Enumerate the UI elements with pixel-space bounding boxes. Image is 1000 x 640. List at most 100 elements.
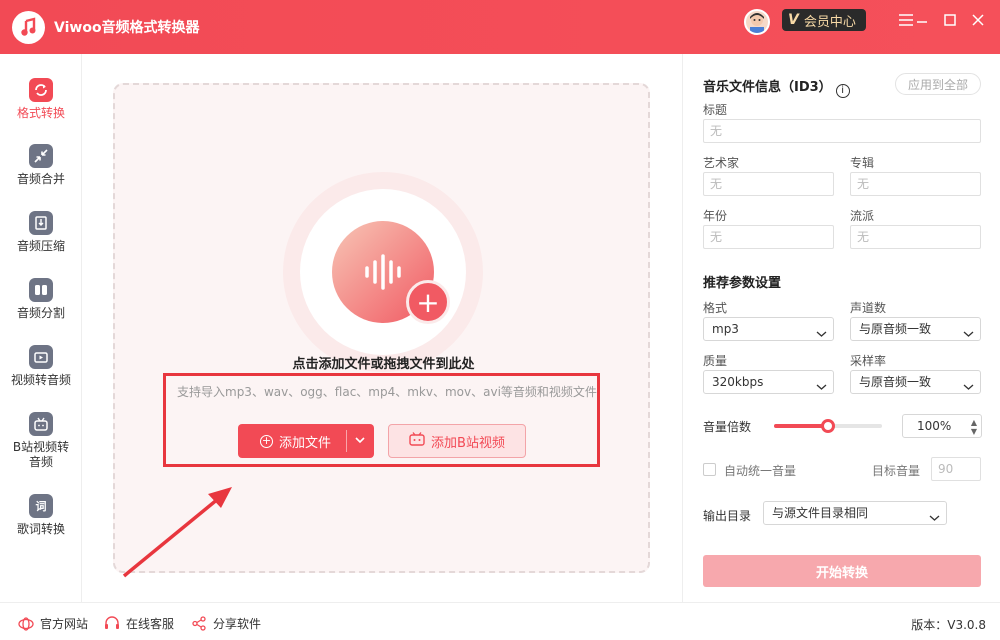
footer: 官方网站 在线客服 分享软件 版本：V3.0.8 <box>0 602 1000 640</box>
artist-label: 艺术家 <box>703 156 740 170</box>
add-file-separator <box>346 430 347 452</box>
stepper-down-icon[interactable]: ▼ <box>971 428 977 436</box>
sidebar-item-bilibili[interactable]: B站视频转音频 <box>0 412 82 470</box>
album-input[interactable]: 无 <box>850 172 981 196</box>
online-support-link[interactable]: 在线客服 <box>104 615 174 632</box>
samplerate-label: 采样率 <box>850 354 887 368</box>
genre-input[interactable]: 无 <box>850 225 981 249</box>
sidebar-item-lyrics[interactable]: 词 歌词转换 <box>0 494 82 537</box>
channels-select[interactable]: 与原音频一致 <box>850 317 981 341</box>
video-to-audio-icon <box>29 345 53 369</box>
add-bilibili-label: 添加B站视频 <box>431 435 505 451</box>
year-input[interactable]: 无 <box>703 225 834 249</box>
channels-label: 声道数 <box>850 301 887 315</box>
output-label: 输出目录 <box>703 509 752 523</box>
stepper-up-icon[interactable]: ▲ <box>971 419 977 427</box>
volume-value: 100% <box>917 419 952 433</box>
album-label: 专辑 <box>850 156 875 170</box>
apply-to-all-button[interactable]: 应用到全部 <box>895 73 981 95</box>
format-select[interactable]: mp3 <box>703 317 834 341</box>
sidebar-item-label: 音频合并 <box>16 172 65 186</box>
bilibili-icon <box>29 412 53 436</box>
bilibili-icon <box>409 432 425 450</box>
chevron-down-icon <box>929 508 940 530</box>
official-website-link[interactable]: 官方网站 <box>18 615 88 632</box>
vip-icon: V <box>788 12 799 28</box>
add-file-label: 添加文件 <box>279 435 332 451</box>
sidebar-item-video-to-audio[interactable]: 视频转音频 <box>0 345 82 388</box>
format-label: 格式 <box>703 301 728 315</box>
format-value: mp3 <box>712 322 739 336</box>
volume-slider[interactable] <box>774 419 882 433</box>
minimize-icon[interactable] <box>912 10 932 30</box>
share-icon <box>191 616 207 631</box>
title-input[interactable]: 无 <box>703 119 981 143</box>
quality-label: 质量 <box>703 354 728 368</box>
sidebar-item-audio-merge[interactable]: 音频合并 <box>0 144 82 187</box>
close-icon[interactable] <box>968 10 988 30</box>
format-convert-icon <box>29 78 53 102</box>
sidebar-item-label: 音频分割 <box>16 306 65 320</box>
sidebar-item-audio-split[interactable]: 音频分割 <box>0 278 82 321</box>
quality-value: 320kbps <box>712 375 764 389</box>
file-drop-zone[interactable]: + 点击添加文件或拖拽文件到此处 支持导入mp3、wav、ogg、flac、mp… <box>113 83 650 573</box>
samplerate-select[interactable]: 与原音频一致 <box>850 370 981 394</box>
samplerate-value: 与原音频一致 <box>859 375 932 389</box>
chevron-down-icon[interactable] <box>354 432 366 452</box>
user-avatar[interactable] <box>744 9 770 35</box>
title-bar: Viwoo音频格式转换器 V 会员中心 <box>0 0 1000 54</box>
vip-center-button[interactable]: V 会员中心 <box>782 9 866 31</box>
sidebar: 格式转换 音频合并 音频压缩 音频分割 视频转音频 B站视频转音频 词 歌词转换 <box>0 54 82 602</box>
audio-compress-icon <box>29 211 53 235</box>
add-plus-icon[interactable]: + <box>406 280 450 324</box>
auto-volume-label: 自动统一音量 <box>724 464 797 478</box>
sidebar-item-label: 格式转换 <box>16 106 65 120</box>
start-convert-button[interactable]: 开始转换 <box>703 555 981 587</box>
volume-label: 音量倍数 <box>703 420 752 434</box>
volume-stepper[interactable]: 100% ▲ ▼ <box>902 414 982 438</box>
add-bilibili-video-button[interactable]: 添加B站视频 <box>388 424 526 458</box>
lyrics-icon: 词 <box>29 494 53 518</box>
audio-split-icon <box>29 278 53 302</box>
sidebar-item-label: 音频压缩 <box>16 239 65 253</box>
volume-slider-thumb[interactable] <box>821 419 835 433</box>
version-label: 版本：V3.0.8 <box>911 618 986 632</box>
add-file-button[interactable]: + 添加文件 <box>238 424 374 458</box>
quality-select[interactable]: 320kbps <box>703 370 834 394</box>
info-icon[interactable]: i <box>835 84 850 98</box>
sidebar-item-label: B站视频转音频 <box>12 440 70 469</box>
target-volume-input[interactable]: 90 <box>931 457 981 481</box>
chevron-down-icon <box>963 377 974 399</box>
app-logo-icon <box>12 11 45 44</box>
id3-section-title: 音乐文件信息（ID3） i <box>703 76 850 98</box>
chevron-down-icon <box>816 324 827 346</box>
sidebar-item-format-convert[interactable]: 格式转换 <box>0 78 82 121</box>
vip-label: 会员中心 <box>803 14 856 30</box>
volume-slider-fill <box>774 424 828 428</box>
online-support-label: 在线客服 <box>126 617 175 631</box>
official-website-label: 官方网站 <box>40 617 89 631</box>
sidebar-item-label: 歌词转换 <box>16 522 65 536</box>
auto-volume-checkbox[interactable] <box>703 463 716 476</box>
id3-title-text: 音乐文件信息（ID3） <box>703 80 832 95</box>
year-label: 年份 <box>703 209 728 223</box>
audio-merge-icon <box>29 144 53 168</box>
output-value: 与源文件目录相同 <box>772 506 869 520</box>
headset-icon <box>104 616 120 631</box>
drop-zone-hint: 支持导入mp3、wav、ogg、flac、mp4、mkv、mov、avi等音频和… <box>177 385 597 399</box>
chevron-down-icon <box>816 377 827 399</box>
params-section-title: 推荐参数设置 <box>703 276 782 291</box>
chevron-down-icon <box>963 324 974 346</box>
genre-label: 流派 <box>850 209 875 223</box>
share-software-link[interactable]: 分享软件 <box>191 615 261 632</box>
title-label: 标题 <box>703 103 728 117</box>
maximize-icon[interactable] <box>940 10 960 30</box>
share-software-label: 分享软件 <box>213 617 262 631</box>
sidebar-item-audio-compress[interactable]: 音频压缩 <box>0 211 82 254</box>
drop-zone-title: 点击添加文件或拖拽文件到此处 <box>292 357 475 372</box>
settings-panel: 音乐文件信息（ID3） i 应用到全部 标题 无 艺术家 无 专辑 无 年份 无 … <box>682 54 1000 602</box>
channels-value: 与原音频一致 <box>859 322 932 336</box>
app-title: Viwoo音频格式转换器 <box>54 20 200 36</box>
artist-input[interactable]: 无 <box>703 172 834 196</box>
output-directory-select[interactable]: 与源文件目录相同 <box>763 501 947 525</box>
